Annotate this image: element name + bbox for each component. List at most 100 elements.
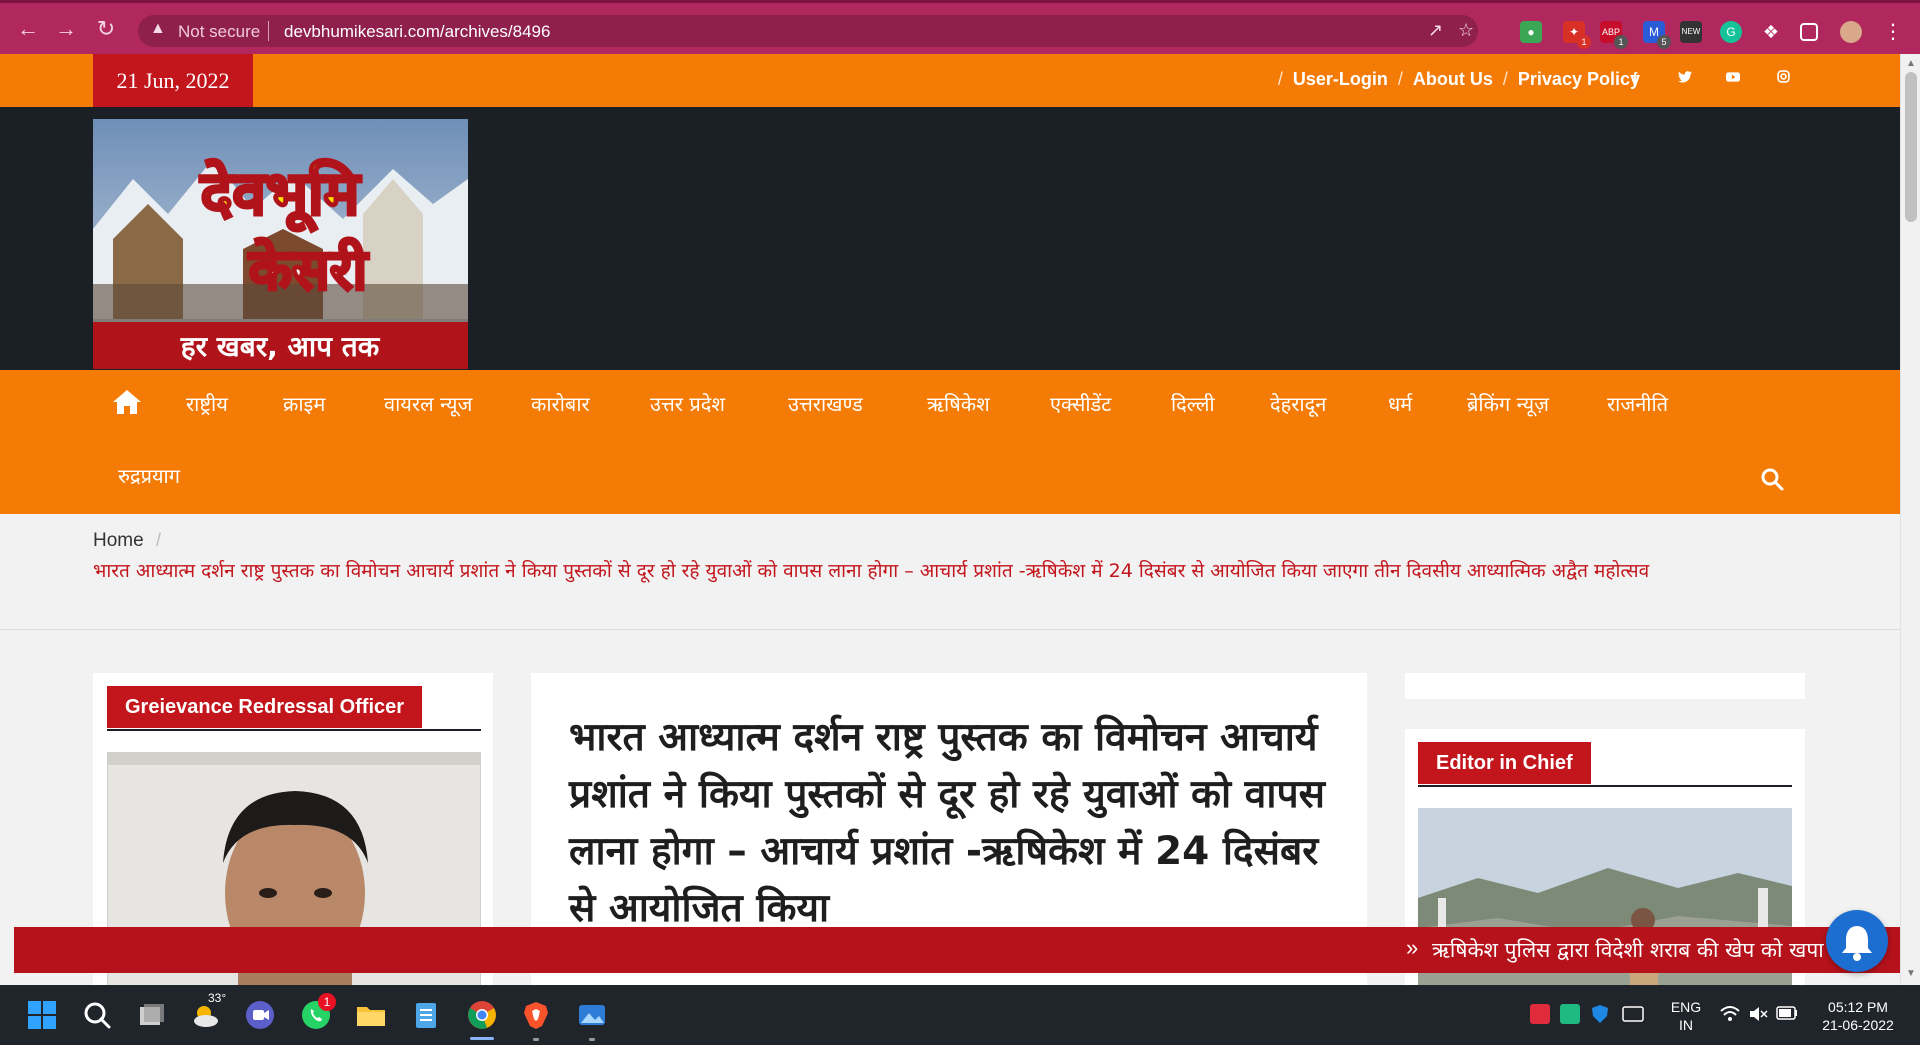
browser-toolbar: ← → ↻ ▲ Not secure devbhumikesari.com/ar… [0,0,1920,54]
notepad-icon[interactable] [410,999,442,1031]
abp-extension-icon[interactable]: ABP 1 [1600,21,1628,49]
grievance-officer-photo [107,752,481,1012]
current-date: 21 Jun, 2022 [93,54,253,107]
task-view-icon[interactable] [136,999,168,1031]
language-indicator[interactable]: ENG IN [1666,998,1706,1034]
grievance-officer-title: Greievance Redressal Officer [107,686,423,728]
side-panel-icon[interactable] [1800,23,1818,41]
photos-running-indicator [589,1038,595,1041]
about-us-link[interactable]: About Us [1413,69,1493,90]
news-ticker[interactable]: » ऋषिकेश पुलिस द्वारा विदेशी शराब की खेप… [14,927,1900,973]
facebook-icon[interactable]: f [1624,70,1646,87]
site-logo[interactable]: देवभूमि केसरी हर खबर, आप तक [93,119,468,369]
search-icon[interactable] [81,999,113,1031]
top-links: / User-Login / About Us / Privacy Policy [1278,69,1640,90]
brave-running-indicator [533,1038,539,1041]
breadcrumb-home-link[interactable]: Home [93,530,144,552]
ticker-arrows-icon: » [1406,935,1419,960]
wifi-icon[interactable] [1720,1005,1740,1023]
nav-item-viral-news[interactable]: वायरल न्यूज [384,390,472,417]
photos-icon[interactable] [576,999,608,1031]
breadcrumb-separator: / [156,530,162,550]
keyboard-icon[interactable] [1622,1006,1644,1022]
nav-item-rashtriya[interactable]: राष्ट्रीय [186,390,228,417]
main-nav: राष्ट्रीय क्राइम वायरल न्यूज कारोबार उत्… [0,370,1900,514]
breadcrumb-current: भारत आध्यात्म दर्शन राष्ट्र पुस्तक का वि… [93,560,1650,582]
scroll-up-icon[interactable]: ▲ [1906,58,1916,69]
address-bar[interactable]: ▲ Not secure devbhumikesari.com/archives… [138,15,1478,47]
battery-icon[interactable] [1776,1006,1798,1020]
bell-icon [1842,926,1872,961]
notification-bell-button[interactable] [1826,910,1888,972]
link-separator: / [1502,69,1508,89]
clock[interactable]: 05:12 PM 21-06-2022 [1808,998,1908,1034]
search-icon[interactable] [1760,467,1784,491]
not-secure-label[interactable]: Not secure [178,22,260,42]
windows-start-icon[interactable] [26,999,58,1031]
nav-item-accident[interactable]: एक्सीडेंट [1050,390,1111,417]
nav-item-rishikesh[interactable]: ऋषिकेश [927,390,990,417]
instagram-icon[interactable] [1772,70,1794,87]
security-shield-icon[interactable] [1590,1004,1610,1024]
volume-muted-icon[interactable] [1748,1005,1768,1023]
nav-item-crime[interactable]: क्राइम [283,390,325,417]
windows-taskbar: 33° 1 ENG IN 05:12 PM 21-06-2022 [0,985,1920,1045]
brave-icon[interactable] [520,999,552,1031]
nav-item-dharm[interactable]: धर्म [1388,390,1412,417]
nav-item-uttarakhand[interactable]: उत्तराखण्ड [788,390,863,417]
scroll-down-icon[interactable]: ▼ [1906,968,1916,979]
nav-item-karobar[interactable]: कारोबार [531,390,590,417]
clock-date: 21-06-2022 [1822,1017,1894,1033]
red-extension-icon[interactable]: ✦ 1 [1563,21,1591,49]
nav-item-breaking-news[interactable]: ब्रेकिंग न्यूज़ [1467,390,1549,417]
blue-extension-icon[interactable]: M5 [1643,21,1671,49]
ticker-headline[interactable]: ऋषिकेश पुलिस द्वारा विदेशी शराब की खेप क… [1432,936,1824,964]
video-meeting-icon[interactable] [244,999,276,1031]
top-bar: 21 Jun, 2022 / User-Login / About Us / P… [0,54,1900,107]
logo-tagline: हर खबर, आप तक [180,330,381,363]
weather-widget[interactable]: 33° [190,991,226,1031]
grammarly-extension-icon[interactable]: G [1720,21,1742,43]
profile-avatar[interactable] [1840,21,1862,43]
home-icon[interactable] [112,388,142,416]
privacy-policy-link[interactable]: Privacy Policy [1518,69,1640,90]
scroll-thumb[interactable] [1905,72,1917,222]
clock-time: 05:12 PM [1828,999,1888,1015]
chrome-active-indicator [470,1037,494,1040]
back-icon[interactable]: ← [14,15,42,43]
tray-app-icon-red[interactable] [1530,1004,1550,1024]
weather-temperature: 33° [208,991,227,1005]
rainbow-extension-icon[interactable]: ● [1520,21,1542,43]
editor-in-chief-title: Editor in Chief [1418,742,1591,784]
share-icon[interactable]: ↗ [1428,20,1443,41]
forward-icon[interactable]: → [52,15,80,43]
file-explorer-icon[interactable] [355,999,387,1031]
puzzle-extensions-icon[interactable]: ❖ [1760,21,1782,43]
page-scrollbar[interactable]: ▲ ▼ [1900,54,1920,985]
logo-line1: देवभूमि [200,159,362,232]
logo-line2: केसरी [248,237,370,303]
nav-item-uttar-pradesh[interactable]: उत्तर प्रदेश [650,390,725,417]
warning-icon: ▲ [150,20,166,37]
extension-badge: 1 [1614,35,1628,49]
nav-item-rajniti[interactable]: राजनीति [1607,390,1668,417]
reload-icon[interactable]: ↻ [92,15,120,43]
language-code: ENG [1670,999,1702,1015]
new-extension-icon[interactable]: NEW [1680,21,1702,43]
url-text[interactable]: devbhumikesari.com/archives/8496 [284,22,550,42]
youtube-icon[interactable] [1722,70,1744,87]
link-separator: / [1397,69,1403,89]
nav-item-dehradun[interactable]: देहरादून [1270,390,1326,417]
nav-item-delhi[interactable]: दिल्ली [1171,390,1215,417]
tray-app-icon-green[interactable] [1560,1004,1580,1024]
chrome-menu-icon[interactable]: ⋮ [1882,21,1904,43]
extension-badge: 5 [1657,35,1671,49]
bookmark-star-icon[interactable]: ☆ [1458,20,1474,41]
twitter-icon[interactable] [1674,70,1696,87]
language-region: IN [1679,1017,1693,1033]
user-login-link[interactable]: User-Login [1293,69,1388,90]
whatsapp-app[interactable]: 1 [300,993,336,1031]
nav-item-rudraprayag[interactable]: रुद्रप्रयाग [118,462,180,489]
chrome-icon[interactable] [466,999,498,1031]
site-header: देवभूमि केसरी हर खबर, आप तक [0,107,1900,370]
